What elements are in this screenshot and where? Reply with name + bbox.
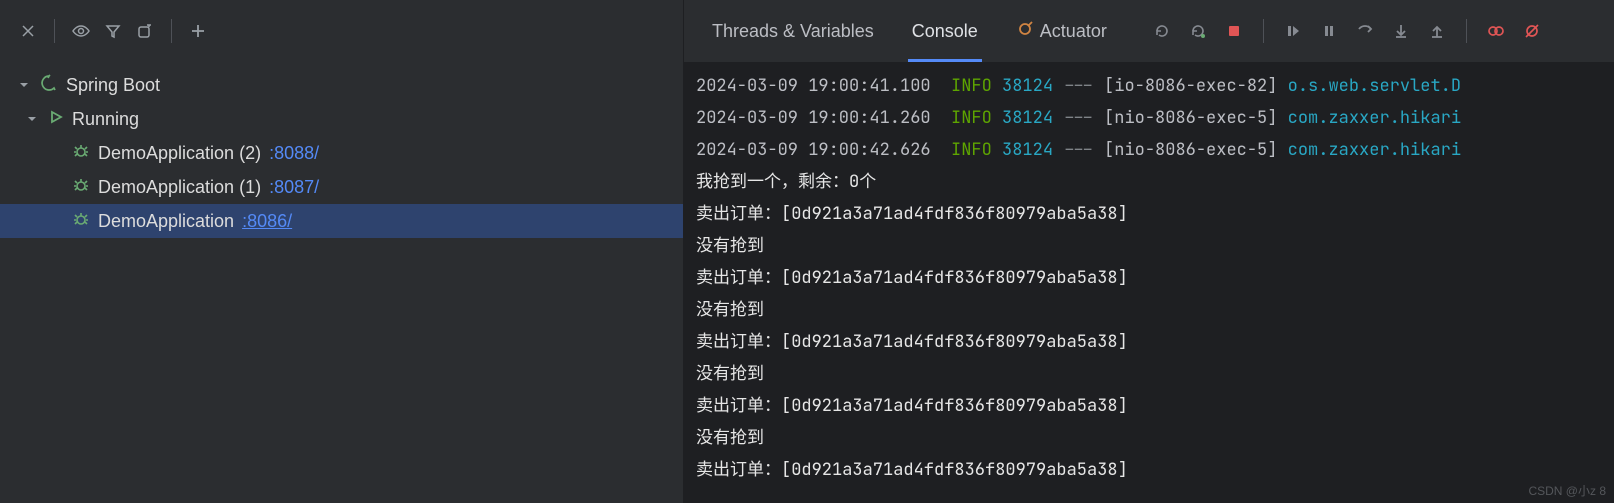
app-name: DemoApplication (1) (98, 177, 261, 198)
log-pid: 38124 (1002, 139, 1053, 161)
log-pid: 38124 (1002, 75, 1053, 97)
tab-actuator[interactable]: Actuator (1002, 0, 1121, 62)
springboot-icon (40, 74, 58, 96)
filter-icon[interactable] (99, 17, 127, 45)
log-class: o.s.web.servlet.D (1288, 75, 1461, 97)
app-port: :8086/ (242, 211, 292, 232)
log-dash: --- (1063, 75, 1094, 97)
log-thread: [nio-8086-exec-5] (1104, 139, 1277, 161)
pause-icon[interactable] (1314, 16, 1344, 46)
tree-app-item[interactable]: DemoApplication :8086/ (0, 204, 683, 238)
tree-app-item[interactable]: DemoApplication (1) :8087/ (0, 170, 683, 204)
step-over-icon[interactable] (1350, 16, 1380, 46)
toolbar-divider (171, 19, 172, 43)
stdout-line: 没有抢到 (696, 363, 764, 385)
step-out-icon[interactable] (1422, 16, 1452, 46)
rerun-icon[interactable] (1147, 16, 1177, 46)
close-icon[interactable] (14, 17, 42, 45)
tree-group-running[interactable]: Running (0, 102, 683, 136)
log-timestamp: 2024-03-09 19:00:41.100 (696, 75, 931, 97)
debug-toolbar (1147, 16, 1547, 46)
stop-icon[interactable] (1219, 16, 1249, 46)
log-class: com.zaxxer.hikari (1288, 139, 1461, 161)
eye-icon[interactable] (67, 17, 95, 45)
toolbar-divider (1466, 19, 1467, 43)
rerun-failed-icon[interactable] (1183, 16, 1213, 46)
log-dash: --- (1063, 107, 1094, 129)
log-dash: --- (1063, 139, 1094, 161)
console-output[interactable]: 2024-03-09 19:00:41.100 INFO 38124 --- [… (684, 62, 1614, 503)
tree-app-item[interactable]: DemoApplication (2) :8088/ (0, 136, 683, 170)
chevron-down-icon (24, 111, 40, 127)
app-name: DemoApplication (2) (98, 143, 261, 164)
stdout-line: 卖出订单：[0d921a3a71ad4fdf836f80979aba5a38] (696, 459, 1128, 481)
chevron-down-icon (16, 77, 32, 93)
tree-group-label: Running (72, 109, 139, 130)
log-level: INFO (951, 107, 992, 129)
log-timestamp: 2024-03-09 19:00:42.626 (696, 139, 931, 161)
log-class: com.zaxxer.hikari (1288, 107, 1461, 129)
stdout-line: 我抢到一个，剩余：0个 (696, 171, 876, 193)
debug-tabs: Threads & Variables Console Actuator (684, 0, 1614, 62)
app-name: DemoApplication (98, 211, 234, 232)
actuator-icon (1016, 20, 1034, 43)
watermark: CSDN @小z 8 (1528, 482, 1606, 499)
log-thread: [io-8086-exec-82] (1104, 75, 1277, 97)
log-timestamp: 2024-03-09 19:00:41.260 (696, 107, 931, 129)
tab-label: Threads & Variables (712, 21, 874, 42)
tab-label: Console (912, 21, 978, 42)
stdout-line: 卖出订单：[0d921a3a71ad4fdf836f80979aba5a38] (696, 203, 1128, 225)
log-thread: [nio-8086-exec-5] (1104, 107, 1277, 129)
toolbar-divider (54, 19, 55, 43)
add-icon[interactable] (184, 17, 212, 45)
log-pid: 38124 (1002, 107, 1053, 129)
bug-icon (72, 210, 90, 232)
bug-icon (72, 176, 90, 198)
stdout-line: 没有抢到 (696, 427, 764, 449)
add-tab-icon[interactable] (131, 17, 159, 45)
bug-icon (72, 142, 90, 164)
tab-label: Actuator (1040, 21, 1107, 42)
app-port: :8088/ (269, 143, 319, 164)
left-toolbar (0, 0, 683, 62)
tree-root-springboot[interactable]: Spring Boot (0, 68, 683, 102)
mute-breakpoints-icon[interactable] (1517, 16, 1547, 46)
log-level: INFO (951, 139, 992, 161)
resume-icon[interactable] (1278, 16, 1308, 46)
tab-threads-variables[interactable]: Threads & Variables (698, 0, 888, 62)
stdout-line: 卖出订单：[0d921a3a71ad4fdf836f80979aba5a38] (696, 267, 1128, 289)
view-breakpoints-icon[interactable] (1481, 16, 1511, 46)
toolbar-divider (1263, 19, 1264, 43)
log-level: INFO (951, 75, 992, 97)
tab-console[interactable]: Console (898, 0, 992, 62)
run-configs-tree: Spring Boot Running DemoApplication (2) … (0, 62, 683, 503)
tree-root-label: Spring Boot (66, 75, 160, 96)
stdout-line: 没有抢到 (696, 235, 764, 257)
step-into-icon[interactable] (1386, 16, 1416, 46)
stdout-line: 卖出订单：[0d921a3a71ad4fdf836f80979aba5a38] (696, 395, 1128, 417)
play-icon (48, 109, 64, 129)
stdout-line: 卖出订单：[0d921a3a71ad4fdf836f80979aba5a38] (696, 331, 1128, 353)
app-port: :8087/ (269, 177, 319, 198)
stdout-line: 没有抢到 (696, 299, 764, 321)
